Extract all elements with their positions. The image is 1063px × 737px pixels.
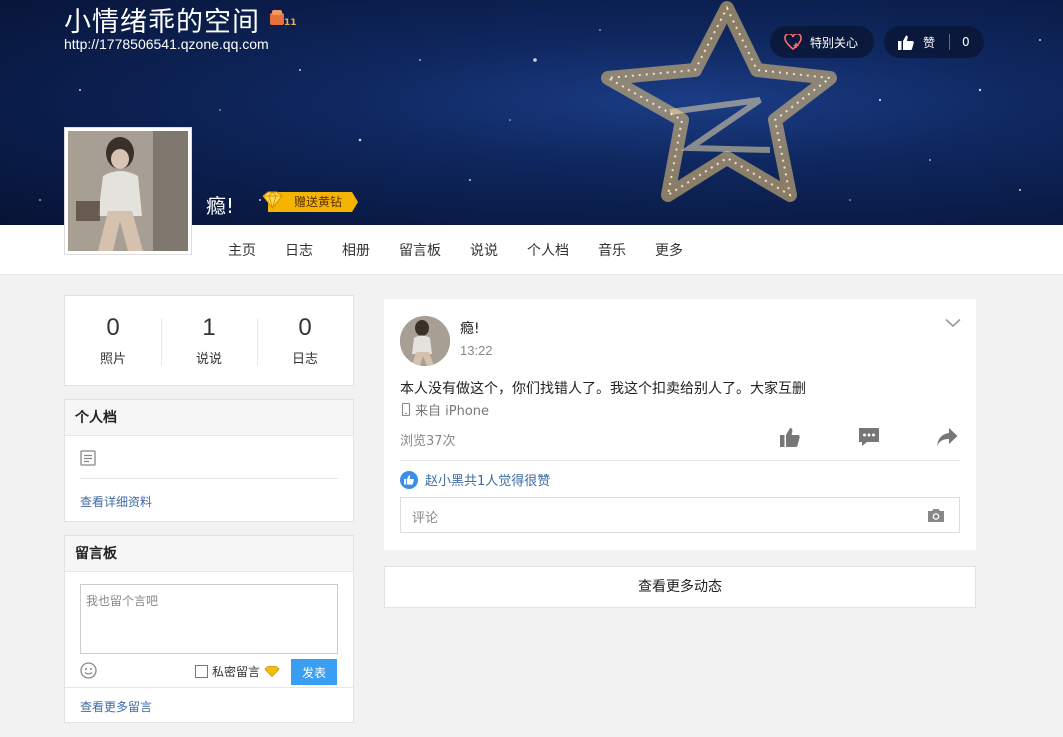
stat-moments[interactable]: 1 说说	[161, 314, 257, 367]
avatar-photo	[68, 131, 188, 251]
main-nav: 主页 日志 相册 留言板 说说 个人档 音乐 更多	[228, 225, 712, 275]
comment-placeholder: 评论	[412, 511, 439, 526]
chevron-down-icon[interactable]	[945, 318, 961, 328]
avatar-image	[68, 131, 188, 251]
nav-moments[interactable]: 说说	[470, 240, 498, 260]
like-divider	[949, 34, 951, 50]
space-url[interactable]: http://1778506541.qzone.qq.com	[64, 36, 269, 52]
post-divider	[400, 460, 960, 461]
like-button[interactable]: 赞 0	[884, 26, 984, 58]
share-icon[interactable]	[936, 427, 958, 447]
comment-input[interactable]: 评论	[400, 497, 960, 533]
svg-text:赠送黄钻: 赠送黄钻	[294, 194, 342, 209]
profile-card-title: 个人档	[65, 400, 353, 436]
post-likes[interactable]: 赵小黑共1人觉得很赞	[400, 470, 550, 489]
stat-blogs[interactable]: 0 日志	[257, 314, 353, 367]
nav-blog[interactable]: 日志	[285, 240, 313, 260]
more-messages-link[interactable]: 查看更多留言	[80, 698, 152, 715]
like-label: 赞	[923, 35, 936, 50]
private-message-label: 私密留言	[212, 665, 261, 679]
post-likes-text: 赵小黑共1人觉得很赞	[425, 474, 551, 489]
message-board-card: 留言板 私密留言 发表 查看更多留言	[64, 535, 354, 723]
thumbs-up-icon	[898, 35, 914, 50]
document-icon	[80, 450, 96, 466]
special-follow-label: 特别关心	[810, 35, 859, 50]
nickname: 瘾!	[206, 194, 235, 218]
thumbs-up-icon[interactable]	[780, 427, 800, 447]
nav-home[interactable]: 主页	[228, 240, 256, 260]
special-follow-button[interactable]: 特别关心	[770, 26, 874, 58]
message-board-title: 留言板	[65, 536, 353, 572]
private-message-checkbox[interactable]	[195, 665, 208, 678]
camera-icon[interactable]	[927, 508, 945, 523]
nav-profile[interactable]: 个人档	[527, 240, 569, 260]
post-avatar[interactable]	[400, 316, 450, 366]
profile-card: 个人档 查看详细资料	[64, 399, 354, 522]
nav-more[interactable]: 更多	[655, 240, 683, 260]
feed-post: 瘾! 13:22 本人没有做这个，你们找错人了。我这个扣卖给别人了。大家互删 来…	[384, 299, 976, 550]
space-title: 小情绪乖的空间	[64, 7, 260, 38]
nav-music[interactable]: 音乐	[598, 240, 626, 260]
stat-blogs-count: 0	[298, 314, 312, 341]
emoji-icon[interactable]	[80, 662, 97, 679]
post-source: 来自 iPhone	[400, 400, 489, 419]
yellow-diamond-icon	[264, 666, 280, 677]
post-author[interactable]: 瘾!	[460, 318, 480, 338]
post-source-label: 来自 iPhone	[415, 404, 490, 419]
like-badge-icon	[400, 470, 418, 489]
profile-avatar[interactable]	[64, 127, 192, 255]
view-details-link[interactable]: 查看详细资料	[80, 493, 152, 510]
post-time: 13:22	[460, 343, 493, 358]
stat-moments-count: 1	[202, 314, 216, 341]
heart-plus-icon	[784, 34, 802, 50]
comment-icon[interactable]	[858, 427, 880, 447]
stat-blogs-label: 日志	[291, 352, 318, 367]
more-feeds-button[interactable]: 查看更多动态	[384, 566, 976, 608]
stat-moments-label: 说说	[195, 352, 222, 367]
nav-message-board[interactable]: 留言板	[399, 240, 441, 260]
private-message-option[interactable]: 私密留言	[195, 663, 280, 680]
profile-divider	[80, 478, 338, 479]
nav-album[interactable]: 相册	[342, 240, 370, 260]
gift-yellow-diamond-button[interactable]: 赠送黄钻	[260, 190, 358, 214]
post-views: 浏览37次	[400, 434, 456, 449]
post-text: 本人没有做这个，你们找错人了。我这个扣卖给别人了。大家互删	[400, 381, 806, 397]
board-divider	[65, 687, 353, 688]
stat-photos-count: 0	[106, 314, 120, 341]
svg-text:11: 11	[284, 18, 297, 28]
stat-photos[interactable]: 0 照片	[65, 314, 161, 367]
post-message-button[interactable]: 发表	[291, 659, 337, 685]
vip-level-icon: 11	[270, 10, 297, 28]
stat-photos-label: 照片	[99, 352, 126, 367]
like-count: 0	[962, 35, 970, 49]
phone-icon	[401, 403, 411, 416]
post-avatar-image	[400, 316, 450, 366]
stats-card: 0 照片 1 说说 0 日志	[64, 295, 354, 386]
message-input[interactable]	[80, 584, 338, 654]
